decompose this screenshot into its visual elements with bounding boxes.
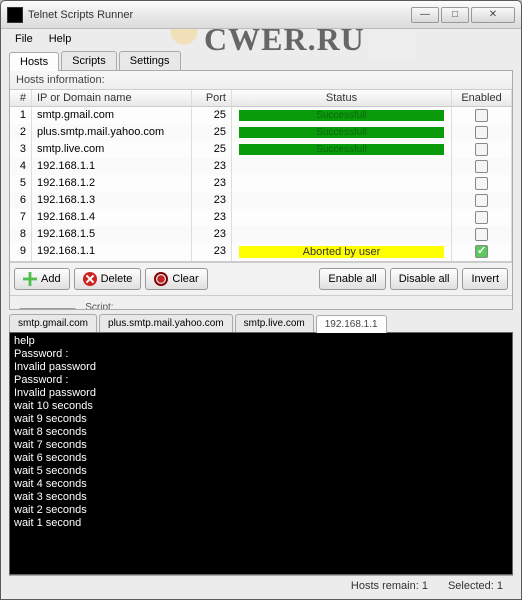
- app-icon: [7, 7, 23, 23]
- col-port[interactable]: Port: [192, 90, 232, 106]
- menubar: File Help: [9, 29, 513, 51]
- col-enabled[interactable]: Enabled: [452, 90, 512, 106]
- delete-button[interactable]: Delete: [74, 268, 142, 290]
- table-body: 1smtp.gmail.com25Successfull2plus.smtp.m…: [10, 107, 512, 261]
- enabled-checkbox[interactable]: [475, 211, 488, 224]
- titlebar[interactable]: Telnet Scripts Runner — □ ✕: [1, 1, 521, 29]
- invert-button[interactable]: Invert: [462, 268, 508, 290]
- menu-file[interactable]: File: [9, 31, 39, 47]
- col-number[interactable]: #: [10, 90, 32, 106]
- table-row[interactable]: 2plus.smtp.mail.yahoo.com25Successfull: [10, 124, 512, 141]
- add-button[interactable]: Add: [14, 268, 70, 290]
- enabled-checkbox[interactable]: [475, 143, 488, 156]
- enabled-checkbox[interactable]: [475, 126, 488, 139]
- content: CWER.RU File Help Hosts Scripts Settings…: [1, 29, 521, 599]
- log-tab[interactable]: 192.168.1.1: [316, 315, 387, 333]
- col-host[interactable]: IP or Domain name: [32, 90, 192, 106]
- plus-icon: [23, 272, 37, 286]
- enabled-checkbox[interactable]: [475, 194, 488, 207]
- status-hosts-remain: Hosts remain: 1: [351, 580, 428, 592]
- hosts-info-label: Hosts information:: [10, 71, 512, 90]
- disable-all-button[interactable]: Disable all: [390, 268, 459, 290]
- console-output[interactable]: help Password : Invalid password Passwor…: [9, 332, 513, 576]
- app-window: Telnet Scripts Runner — □ ✕ CWER.RU File…: [0, 0, 522, 600]
- enabled-checkbox[interactable]: [475, 177, 488, 190]
- tab-scripts[interactable]: Scripts: [61, 51, 117, 70]
- log-tab[interactable]: smtp.gmail.com: [9, 314, 97, 332]
- host-buttons-row: Add Delete Clear Enable all Disable all …: [10, 262, 512, 295]
- hosts-panel: Hosts information: # IP or Domain name P…: [9, 71, 513, 310]
- script-bar: Start Script: Cisco - save config ▾ Edit…: [10, 295, 512, 310]
- enable-all-button[interactable]: Enable all: [319, 268, 385, 290]
- maximize-button[interactable]: □: [441, 7, 469, 23]
- tab-hosts[interactable]: Hosts: [9, 52, 59, 71]
- script-label: Script:: [85, 302, 228, 310]
- close-button[interactable]: ✕: [471, 7, 515, 23]
- table-row[interactable]: 7192.168.1.423: [10, 209, 512, 226]
- log-tab[interactable]: smtp.live.com: [235, 314, 314, 332]
- window-controls: — □ ✕: [411, 7, 515, 23]
- table-row[interactable]: 3smtp.live.com25Successfull: [10, 141, 512, 158]
- tab-settings[interactable]: Settings: [119, 51, 181, 70]
- table-row[interactable]: 1smtp.gmail.com25Successfull: [10, 107, 512, 124]
- status-badge: Successfull: [239, 127, 444, 138]
- statusbar: Hosts remain: 1 Selected: 1: [9, 575, 513, 595]
- col-status[interactable]: Status: [232, 90, 452, 106]
- enabled-checkbox[interactable]: [475, 109, 488, 122]
- enabled-checkbox[interactable]: [475, 245, 488, 258]
- menu-help[interactable]: Help: [43, 31, 78, 47]
- clear-button[interactable]: Clear: [145, 268, 207, 290]
- status-selected: Selected: 1: [448, 580, 503, 592]
- table-row[interactable]: 5192.168.1.223: [10, 175, 512, 192]
- clear-icon: [154, 272, 168, 286]
- table-row[interactable]: 4192.168.1.123: [10, 158, 512, 175]
- minimize-button[interactable]: —: [411, 7, 439, 23]
- table-row[interactable]: 9192.168.1.123Aborted by user: [10, 243, 512, 261]
- status-badge: Successfull: [239, 144, 444, 155]
- log-tabs: smtp.gmail.complus.smtp.mail.yahoo.comsm…: [9, 310, 513, 332]
- hosts-table: # IP or Domain name Port Status Enabled …: [10, 90, 512, 262]
- enabled-checkbox[interactable]: [475, 160, 488, 173]
- window-title: Telnet Scripts Runner: [28, 9, 411, 21]
- x-icon: [83, 272, 97, 286]
- log-tab[interactable]: plus.smtp.mail.yahoo.com: [99, 314, 233, 332]
- enabled-checkbox[interactable]: [475, 228, 488, 241]
- table-header: # IP or Domain name Port Status Enabled: [10, 90, 512, 107]
- table-row[interactable]: 6192.168.1.323: [10, 192, 512, 209]
- table-row[interactable]: 8192.168.1.523: [10, 226, 512, 243]
- main-tabs: Hosts Scripts Settings: [9, 51, 513, 71]
- status-badge: Aborted by user: [239, 246, 444, 258]
- status-badge: Successfull: [239, 110, 444, 121]
